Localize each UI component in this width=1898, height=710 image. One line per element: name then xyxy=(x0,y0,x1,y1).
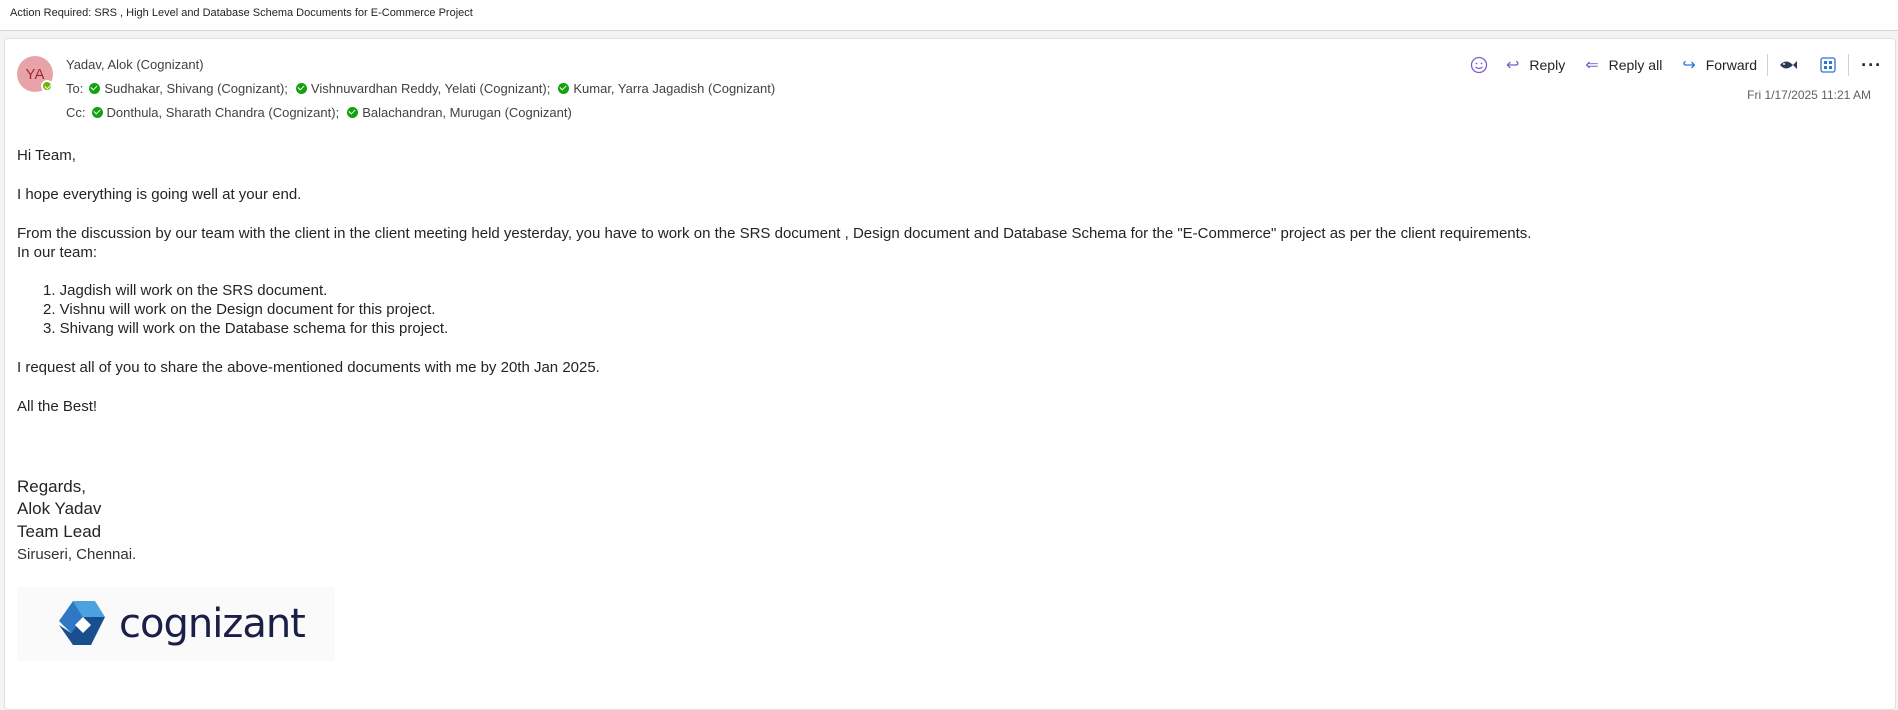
fish-icon xyxy=(1780,61,1798,69)
list-item: 1. Jagdish will work on the SRS document… xyxy=(43,282,328,299)
signature-name: Alok Yadav xyxy=(17,499,102,518)
reply-icon: ↩ xyxy=(1506,57,1520,74)
more-icon: ··· xyxy=(1861,54,1883,75)
list-item: 2. Vishnu will work on the Design docume… xyxy=(43,301,436,318)
recipient-name: Vishnuvardhan Reddy, Yelati (Cognizant); xyxy=(310,81,551,96)
presence-icon xyxy=(295,83,307,94)
recipient-vishnuvardhan[interactable]: Vishnuvardhan Reddy, Yelati (Cognizant); xyxy=(295,81,551,96)
reply-button[interactable]: ↩ Reply xyxy=(1506,55,1565,75)
subject-bar: Action Required: SRS , High Level and Da… xyxy=(0,0,1898,31)
recipient-name: Balachandran, Murugan (Cognizant) xyxy=(362,105,572,120)
forward-label: Forward xyxy=(1705,57,1758,73)
forward-icon: ↪ xyxy=(1682,57,1696,74)
message-actions: ↩ Reply ⇐ Reply all ↪ Forward ··· xyxy=(1470,51,1882,79)
emoji-reaction-button[interactable] xyxy=(1470,56,1488,74)
email-card: YA Yadav, Alok (Cognizant) To: Sudhakar,… xyxy=(4,38,1896,710)
presence-icon xyxy=(91,107,103,118)
cc-row: Cc: Donthula, Sharath Chandra (Cognizant… xyxy=(66,105,580,120)
signature-location: Siruseri, Chennai. xyxy=(17,546,137,563)
reply-all-icon: ⇐ xyxy=(1585,57,1599,74)
reply-all-label: Reply all xyxy=(1608,57,1663,73)
presence-icon xyxy=(558,83,570,94)
body-greeting: Hi Team, xyxy=(17,147,76,164)
presence-icon xyxy=(89,83,101,94)
cognizant-wordmark: cognizant xyxy=(119,601,306,647)
body-line-3: In our team: xyxy=(17,244,98,261)
recipient-sudhakar[interactable]: Sudhakar, Shivang (Cognizant); xyxy=(89,81,288,96)
divider xyxy=(1767,54,1769,76)
recipient-balachandran[interactable]: Balachandran, Murugan (Cognizant) xyxy=(347,105,572,120)
recipient-name: Donthula, Sharath Chandra (Cognizant); xyxy=(106,105,340,120)
list-item: 3. Shivang will work on the Database sch… xyxy=(43,320,449,337)
recipient-name: Kumar, Yarra Jagadish (Cognizant) xyxy=(573,81,776,96)
cognizant-logo-mark-icon xyxy=(59,601,105,645)
more-actions-button[interactable]: ··· xyxy=(1861,55,1882,76)
phishing-report-button[interactable] xyxy=(1778,57,1798,73)
to-row: To: Sudhakar, Shivang (Cognizant); Vishn… xyxy=(66,81,783,96)
apps-button[interactable] xyxy=(1820,57,1836,73)
signature-title: Team Lead xyxy=(17,522,102,541)
body-line-1: I hope everything is going well at your … xyxy=(17,186,302,203)
divider xyxy=(1848,54,1850,76)
reply-label: Reply xyxy=(1529,57,1566,73)
cc-label: Cc: xyxy=(66,105,86,120)
forward-button[interactable]: ↪ Forward xyxy=(1682,55,1757,75)
body-line-2: From the discussion by our team with the… xyxy=(17,225,1532,242)
reply-all-button[interactable]: ⇐ Reply all xyxy=(1585,55,1662,75)
body-request: I request all of you to share the above-… xyxy=(17,359,600,376)
signature-regards: Regards, xyxy=(17,477,86,496)
presence-icon xyxy=(347,107,359,118)
smiley-icon xyxy=(1470,56,1488,74)
recipient-donthula[interactable]: Donthula, Sharath Chandra (Cognizant); xyxy=(91,105,340,120)
to-label: To: xyxy=(66,81,84,96)
cognizant-logo: cognizant xyxy=(17,587,335,661)
recipient-name: Sudhakar, Shivang (Cognizant); xyxy=(104,81,288,96)
apps-grid-icon xyxy=(1820,57,1836,73)
sender-name[interactable]: Yadav, Alok (Cognizant) xyxy=(66,57,204,72)
body-closing: All the Best! xyxy=(17,398,98,415)
recipient-kumar[interactable]: Kumar, Yarra Jagadish (Cognizant) xyxy=(558,81,775,96)
presence-available-icon xyxy=(41,80,53,92)
email-timestamp: Fri 1/17/2025 11:21 AM xyxy=(1747,88,1871,102)
email-subject: Action Required: SRS , High Level and Da… xyxy=(10,7,473,19)
